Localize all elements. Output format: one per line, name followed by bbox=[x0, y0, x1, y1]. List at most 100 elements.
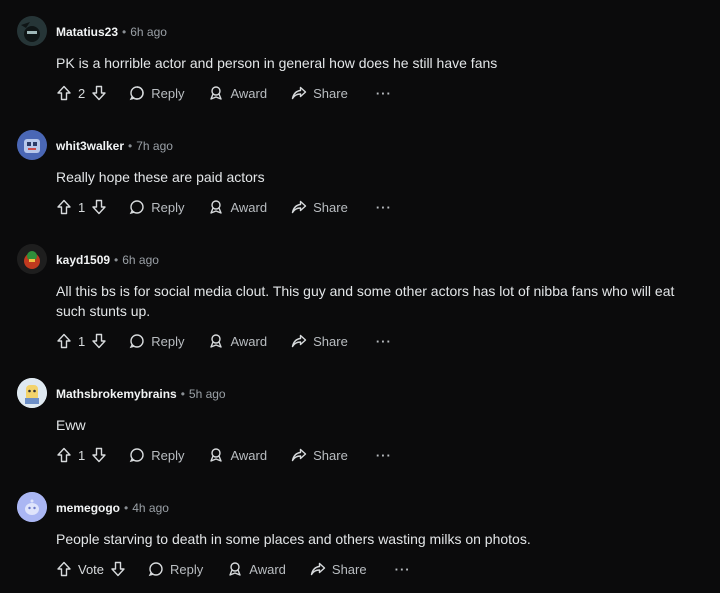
award-label: Award bbox=[230, 199, 268, 215]
vote-count: 2 bbox=[78, 85, 86, 101]
avatar[interactable] bbox=[17, 244, 47, 274]
vote-count: 1 bbox=[78, 333, 86, 349]
reply-button[interactable]: Reply bbox=[148, 561, 203, 577]
reply-icon bbox=[129, 334, 144, 349]
comment-actions: 1 Reply Award Share ··· bbox=[56, 445, 392, 465]
timestamp: 6h ago bbox=[130, 25, 167, 39]
downvote-button[interactable] bbox=[91, 333, 107, 349]
comment-meta: kayd1509 • 6h ago bbox=[56, 253, 159, 267]
reply-button[interactable]: Reply bbox=[129, 333, 184, 349]
upvote-icon bbox=[57, 85, 71, 101]
upvote-icon bbox=[57, 333, 71, 349]
comment-meta: whit3walker • 7h ago bbox=[56, 139, 173, 153]
share-button[interactable]: Share bbox=[291, 199, 348, 215]
share-icon bbox=[291, 448, 307, 462]
comment-meta: memegogo • 4h ago bbox=[56, 501, 169, 515]
separator-dot: • bbox=[180, 387, 185, 401]
separator-dot: • bbox=[114, 253, 119, 267]
more-options-button[interactable]: ··· bbox=[376, 448, 392, 463]
downvote-icon bbox=[92, 85, 106, 101]
reply-label: Reply bbox=[151, 333, 185, 349]
username[interactable]: memegogo bbox=[56, 501, 120, 515]
more-options-button[interactable]: ··· bbox=[376, 86, 392, 101]
downvote-button[interactable] bbox=[91, 447, 107, 463]
share-label: Share bbox=[313, 199, 348, 215]
share-label: Share bbox=[313, 447, 348, 463]
upvote-button[interactable] bbox=[56, 199, 72, 215]
username[interactable]: whit3walker bbox=[56, 139, 124, 153]
more-options-button[interactable]: ··· bbox=[376, 200, 392, 215]
award-button[interactable]: Award bbox=[208, 199, 267, 215]
username[interactable]: kayd1509 bbox=[56, 253, 110, 267]
reply-icon bbox=[129, 448, 144, 463]
share-icon bbox=[291, 200, 307, 214]
share-icon bbox=[291, 86, 307, 100]
avatar[interactable] bbox=[17, 130, 47, 160]
reply-button[interactable]: Reply bbox=[129, 447, 184, 463]
more-options-button[interactable]: ··· bbox=[395, 562, 411, 577]
downvote-button[interactable] bbox=[110, 561, 126, 577]
downvote-icon bbox=[92, 447, 106, 463]
share-icon bbox=[310, 562, 326, 576]
comment: Matatius23 • 6h ago PK is a horrible actor… bbox=[0, 16, 720, 116]
vote-count: 1 bbox=[78, 447, 86, 463]
avatar[interactable] bbox=[17, 378, 47, 408]
separator-dot: • bbox=[124, 501, 129, 515]
reply-button[interactable]: Reply bbox=[129, 85, 184, 101]
comment-actions: 1 Reply Award Share ··· bbox=[56, 197, 392, 217]
share-label: Share bbox=[331, 561, 367, 577]
award-button[interactable]: Award bbox=[227, 561, 286, 577]
timestamp: 5h ago bbox=[188, 387, 226, 401]
reply-label: Reply bbox=[151, 199, 185, 215]
share-label: Share bbox=[313, 85, 348, 101]
share-icon bbox=[291, 334, 307, 348]
share-button[interactable]: Share bbox=[291, 333, 348, 349]
downvote-button[interactable] bbox=[91, 85, 107, 101]
upvote-icon bbox=[57, 199, 71, 215]
share-button[interactable]: Share bbox=[291, 447, 348, 463]
comment: Mathsbrokemybrains • 5h ago Eww 1 Reply Aw… bbox=[0, 378, 720, 478]
downvote-icon bbox=[111, 561, 125, 577]
downvote-icon bbox=[92, 199, 106, 215]
downvote-icon bbox=[92, 333, 106, 349]
comment: whit3walker • 7h ago Really hope these are… bbox=[0, 130, 720, 230]
reply-icon bbox=[129, 86, 144, 101]
award-icon bbox=[210, 334, 223, 348]
comment-text: All this bs is for social media clout. T… bbox=[56, 283, 675, 319]
avatar[interactable] bbox=[17, 16, 47, 46]
vote-label: Vote bbox=[78, 561, 105, 577]
upvote-button[interactable] bbox=[56, 333, 72, 349]
award-button[interactable]: Award bbox=[208, 85, 267, 101]
award-button[interactable]: Award bbox=[208, 333, 267, 349]
reply-label: Reply bbox=[151, 85, 185, 101]
username[interactable]: Mathsbrokemybrains bbox=[56, 387, 177, 401]
reply-label: Reply bbox=[170, 561, 204, 577]
award-button[interactable]: Award bbox=[208, 447, 267, 463]
upvote-button[interactable] bbox=[56, 561, 72, 577]
share-button[interactable]: Share bbox=[291, 85, 348, 101]
award-label: Award bbox=[230, 333, 268, 349]
share-label: Share bbox=[313, 333, 348, 349]
downvote-button[interactable] bbox=[91, 199, 107, 215]
upvote-button[interactable] bbox=[56, 85, 72, 101]
upvote-icon bbox=[57, 447, 71, 463]
reply-icon bbox=[129, 200, 144, 215]
upvote-button[interactable] bbox=[56, 447, 72, 463]
award-label: Award bbox=[230, 447, 268, 463]
share-button[interactable]: Share bbox=[310, 561, 367, 577]
reply-label: Reply bbox=[151, 447, 185, 463]
avatar[interactable] bbox=[17, 492, 47, 522]
username[interactable]: Matatius23 bbox=[56, 25, 118, 39]
comment-text: Eww bbox=[56, 417, 86, 433]
reply-icon bbox=[148, 562, 163, 577]
comment-actions: 1 Reply Award Share ··· bbox=[56, 331, 392, 351]
comment-actions: 2 Reply Award Share ··· bbox=[56, 83, 392, 103]
separator-dot: • bbox=[128, 139, 133, 153]
comment-meta: Mathsbrokemybrains • 5h ago bbox=[56, 387, 226, 401]
reply-button[interactable]: Reply bbox=[129, 199, 184, 215]
upvote-icon bbox=[57, 561, 71, 577]
more-options-button[interactable]: ··· bbox=[376, 334, 392, 349]
award-label: Award bbox=[249, 561, 286, 577]
comment-actions: Vote Reply Award Share ··· bbox=[56, 559, 411, 579]
timestamp: 4h ago bbox=[132, 501, 169, 515]
